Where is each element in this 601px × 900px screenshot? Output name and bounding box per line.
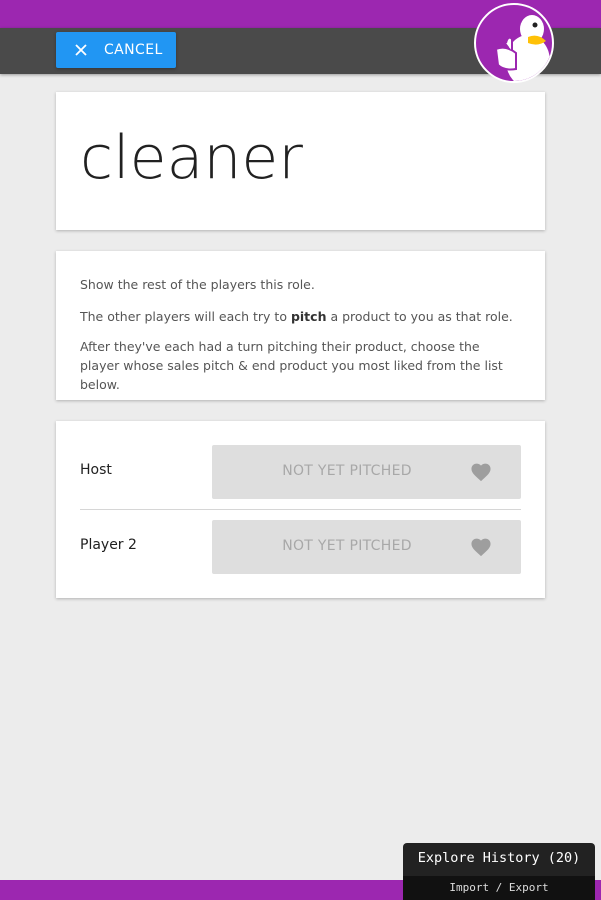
- history-panel: Explore History (20) Import / Export: [403, 843, 595, 900]
- instruction-text: a product to you as that role.: [326, 309, 513, 324]
- heart-icon: [471, 463, 491, 482]
- instructions-card: Show the rest of the players this role. …: [56, 251, 545, 400]
- instruction-line-3: After they've each had a turn pitching t…: [80, 339, 503, 392]
- duck-mascot-logo: [474, 3, 554, 83]
- instruction-line-1: Show the rest of the players this role.: [80, 277, 315, 292]
- instruction-text: The other players will each try to: [80, 309, 291, 324]
- role-title: cleaner: [80, 123, 303, 193]
- import-export-button[interactable]: Import / Export: [403, 876, 595, 900]
- pitch-status-label: NOT YET PITCHED: [282, 538, 412, 554]
- cancel-label: CANCEL: [104, 42, 163, 58]
- close-icon: [75, 44, 87, 56]
- player-row-host: Host NOT YET PITCHED: [80, 445, 521, 499]
- instruction-bold-pitch: pitch: [290, 309, 327, 324]
- divider: [80, 509, 521, 510]
- player-row-player-2: Player 2 NOT YET PITCHED: [80, 520, 521, 574]
- cancel-button[interactable]: CANCEL: [56, 32, 176, 68]
- pitch-status-button[interactable]: NOT YET PITCHED: [212, 445, 521, 499]
- player-name: Player 2: [80, 537, 137, 553]
- heart-icon: [471, 538, 491, 557]
- role-card: cleaner: [56, 92, 545, 230]
- player-name: Host: [80, 462, 112, 478]
- pitch-status-button[interactable]: NOT YET PITCHED: [212, 520, 521, 574]
- explore-history-button[interactable]: Explore History (20): [403, 850, 595, 866]
- instruction-line-2: The other players will each try to pitch…: [80, 307, 520, 326]
- pitch-status-label: NOT YET PITCHED: [282, 463, 412, 479]
- players-card: Host NOT YET PITCHED Player 2 NOT YET PI…: [56, 421, 545, 598]
